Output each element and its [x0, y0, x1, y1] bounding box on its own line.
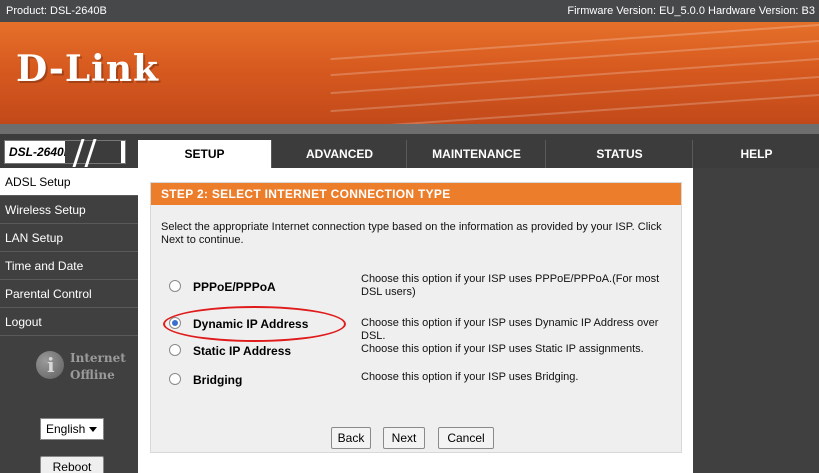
option-desc-bridging: Choose this option if your ISP uses Brid… — [361, 371, 579, 383]
cancel-button[interactable]: Cancel — [438, 427, 494, 449]
option-label-bridging[interactable]: Bridging — [193, 373, 242, 387]
panel-description: Select the appropriate Internet connecti… — [161, 221, 662, 246]
sidebar-item-parental-control[interactable]: Parental Control — [0, 280, 138, 308]
tab-maintenance[interactable]: MAINTENANCE — [408, 140, 546, 168]
internet-status-value: Offline — [70, 368, 115, 382]
connection-type-panel: STEP 2: SELECT INTERNET CONNECTION TYPE … — [150, 182, 682, 453]
panel-title: STEP 2: SELECT INTERNET CONNECTION TYPE — [151, 183, 681, 205]
next-button[interactable]: Next — [383, 427, 425, 449]
sidebar-item-wireless-setup[interactable]: Wireless Setup — [0, 196, 138, 224]
top-info-bar: Product: DSL-2640B Firmware Version: EU_… — [0, 0, 819, 22]
internet-status-label: Internet — [70, 351, 126, 365]
reboot-button[interactable]: Reboot — [40, 456, 104, 473]
brand-banner: D-Link — [0, 22, 819, 124]
radio-bridging[interactable] — [169, 373, 181, 385]
tab-help[interactable]: HELP — [694, 140, 819, 168]
dlink-logo: D-Link — [16, 48, 159, 90]
language-select[interactable]: English — [40, 418, 104, 440]
sidebar-item-logout[interactable]: Logout — [0, 308, 138, 336]
main-nav: DSL-2640B SETUP ADVANCED MAINTENANCE STA… — [0, 134, 819, 168]
option-desc-dynamic-ip: Choose this option if your ISP uses Dyna… — [361, 317, 659, 342]
sidebar-item-lan-setup[interactable]: LAN Setup — [0, 224, 138, 252]
radio-static-ip[interactable] — [169, 344, 181, 356]
option-label-static-ip[interactable]: Static IP Address — [193, 344, 291, 358]
slash-decoration-icon — [65, 139, 121, 167]
product-label: Product: DSL-2640B — [6, 5, 107, 17]
help-panel — [693, 168, 819, 473]
sidebar-item-adsl-setup[interactable]: ADSL Setup — [0, 168, 138, 196]
tab-setup[interactable]: SETUP — [138, 140, 272, 168]
model-badge: DSL-2640B — [4, 139, 126, 167]
chevron-down-icon — [89, 427, 97, 432]
model-label: DSL-2640B — [9, 145, 73, 159]
info-globe-icon — [36, 351, 64, 379]
language-value: English — [46, 422, 86, 436]
back-button[interactable]: Back — [331, 427, 371, 449]
firmware-label: Firmware Version: EU_5.0.0 Hardware Vers… — [567, 5, 815, 17]
tab-status[interactable]: STATUS — [547, 140, 693, 168]
option-label-pppoe[interactable]: PPPoE/PPPoA — [193, 280, 276, 294]
radio-pppoe[interactable] — [169, 280, 181, 292]
option-desc-pppoe: Choose this option if your ISP uses PPPo… — [361, 273, 660, 298]
banner-divider — [0, 124, 819, 134]
option-desc-static-ip: Choose this option if your ISP uses Stat… — [361, 343, 644, 355]
highlight-circle-annotation — [163, 306, 346, 342]
main-content: STEP 2: SELECT INTERNET CONNECTION TYPE … — [138, 168, 693, 473]
sidebar-item-time-and-date[interactable]: Time and Date — [0, 252, 138, 280]
tab-advanced[interactable]: ADVANCED — [273, 140, 407, 168]
